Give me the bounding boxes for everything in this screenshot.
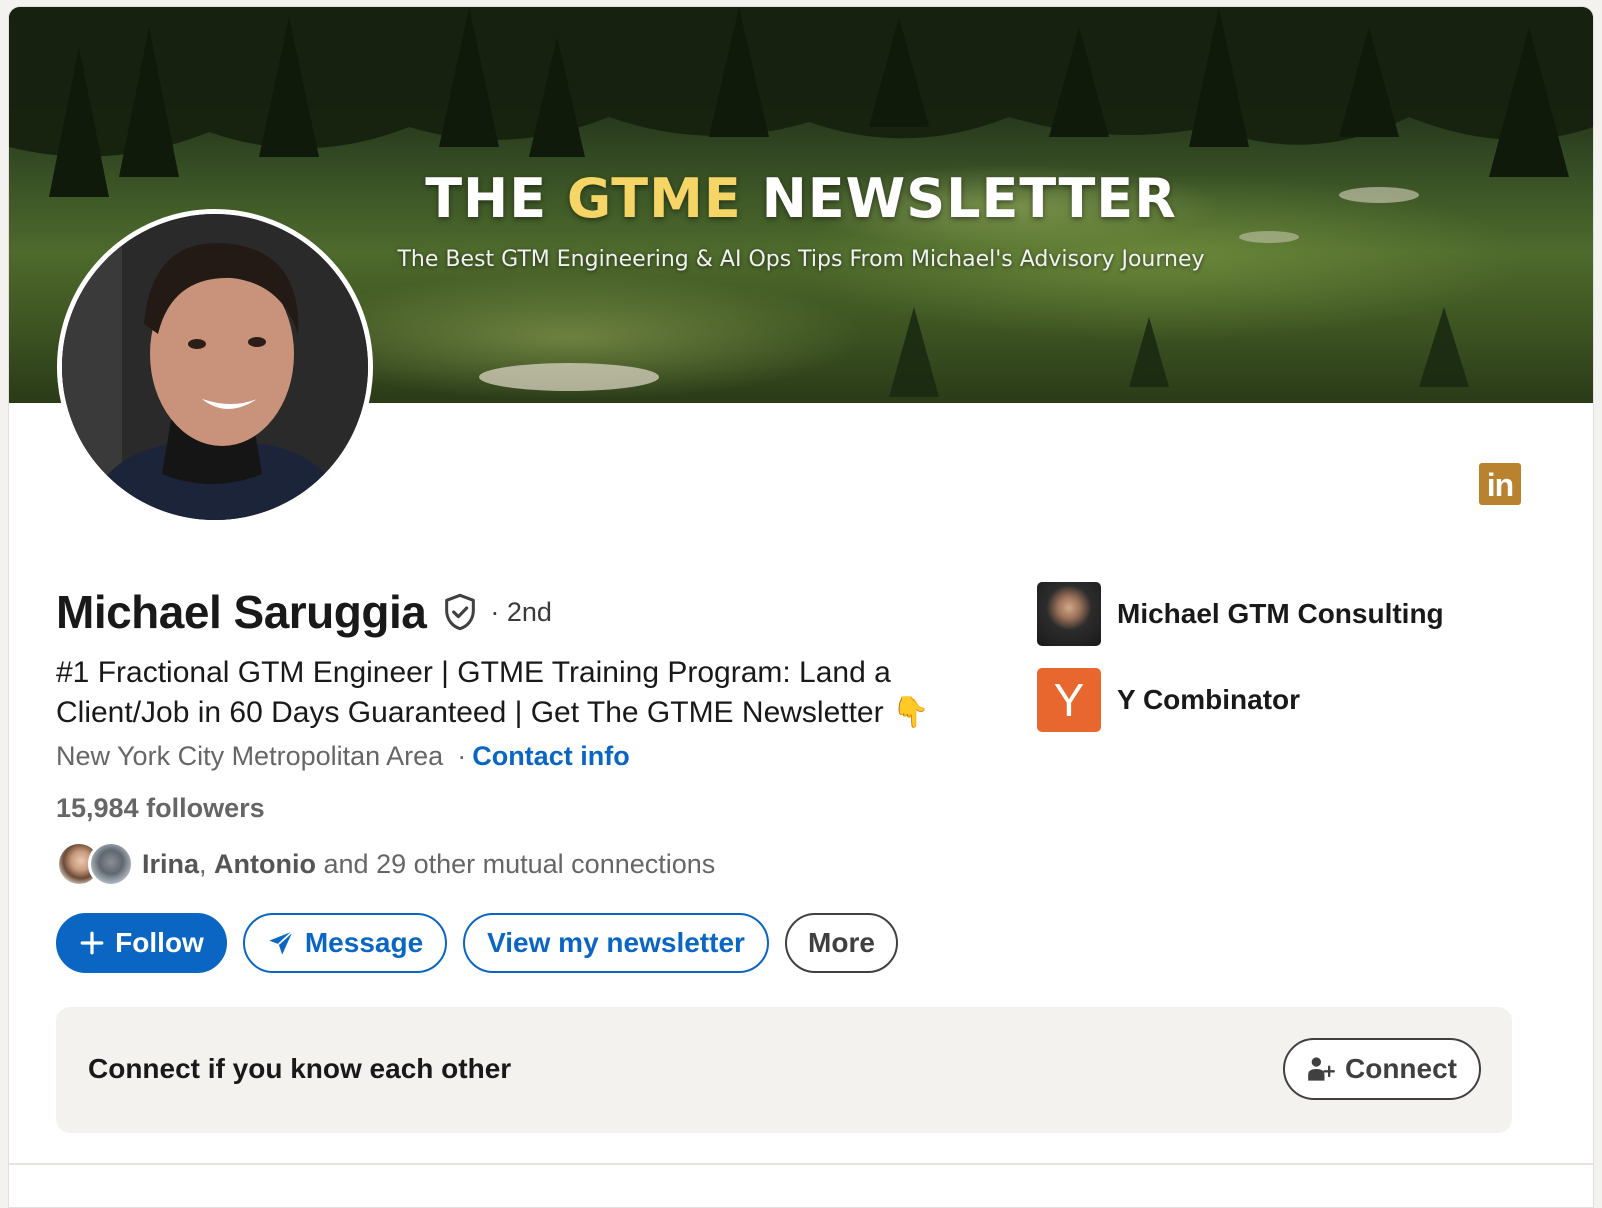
mutual-rest: and 29 other mutual connections	[316, 848, 716, 879]
connect-prompt: Connect if you know each other Connect	[56, 1007, 1512, 1133]
y-combinator-logo-icon: Y	[1037, 668, 1101, 732]
connect-button[interactable]: Connect	[1283, 1038, 1481, 1100]
company-y-combinator[interactable]: Y Y Combinator	[1037, 668, 1300, 732]
mutual-connections-text: Irina, Antonio and 29 other mutual conne…	[142, 849, 715, 880]
profile-card: THE GTME NEWSLETTER The Best GTM Enginee…	[8, 6, 1594, 1208]
avatar	[88, 841, 134, 887]
location-row: New York City Metropolitan Area · Contact …	[56, 741, 630, 772]
connect-label: Connect	[1345, 1053, 1457, 1084]
company-michael-gtm-consulting[interactable]: Michael GTM Consulting	[1037, 582, 1444, 646]
message-button[interactable]: Message	[243, 913, 447, 973]
profile-actions: Follow Message View my newsletter More	[56, 913, 898, 973]
linkedin-icon[interactable]: in	[1479, 463, 1521, 505]
profile-name: Michael Saruggia	[56, 586, 427, 638]
banner-title-accent: GTME	[566, 167, 742, 230]
more-button[interactable]: More	[785, 913, 898, 973]
paper-plane-icon	[267, 929, 295, 957]
mutual-avatars	[56, 841, 134, 887]
view-newsletter-button[interactable]: View my newsletter	[463, 913, 769, 973]
verified-shield-icon[interactable]	[440, 592, 480, 637]
follow-button[interactable]: Follow	[56, 913, 227, 973]
company-logo	[1037, 582, 1101, 646]
avatar-illustration	[62, 214, 368, 520]
mutual-name-1: Irina	[142, 848, 200, 879]
connection-degree: · 2nd	[490, 596, 552, 627]
plus-icon	[79, 930, 105, 956]
headline-text: #1 Fractional GTM Engineer | GTME Traini…	[56, 656, 891, 729]
profile-location: New York City Metropolitan Area	[56, 741, 444, 771]
contact-info-link[interactable]: Contact info	[472, 741, 629, 771]
pointing-down-emoji-icon: 👇	[891, 696, 930, 729]
company-name: Y Combinator	[1117, 684, 1301, 715]
profile-headline: #1 Fractional GTM Engineer | GTME Traini…	[56, 653, 986, 733]
location-separator: ·	[457, 741, 467, 771]
company-name: Michael GTM Consulting	[1117, 598, 1444, 629]
mutual-connections[interactable]: Irina, Antonio and 29 other mutual conne…	[56, 841, 715, 887]
add-person-icon	[1307, 1055, 1335, 1083]
message-label: Message	[304, 927, 424, 958]
name-row: Michael Saruggia · 2nd	[56, 585, 552, 639]
profile-avatar[interactable]	[57, 209, 373, 525]
connect-prompt-text: Connect if you know each other	[88, 1053, 512, 1084]
divider	[9, 1163, 1593, 1165]
mutual-name-2: Antonio	[214, 848, 317, 879]
mutual-separator: ,	[199, 848, 215, 879]
follow-label: Follow	[115, 927, 204, 958]
followers-count[interactable]: 15,984 followers	[56, 793, 265, 824]
